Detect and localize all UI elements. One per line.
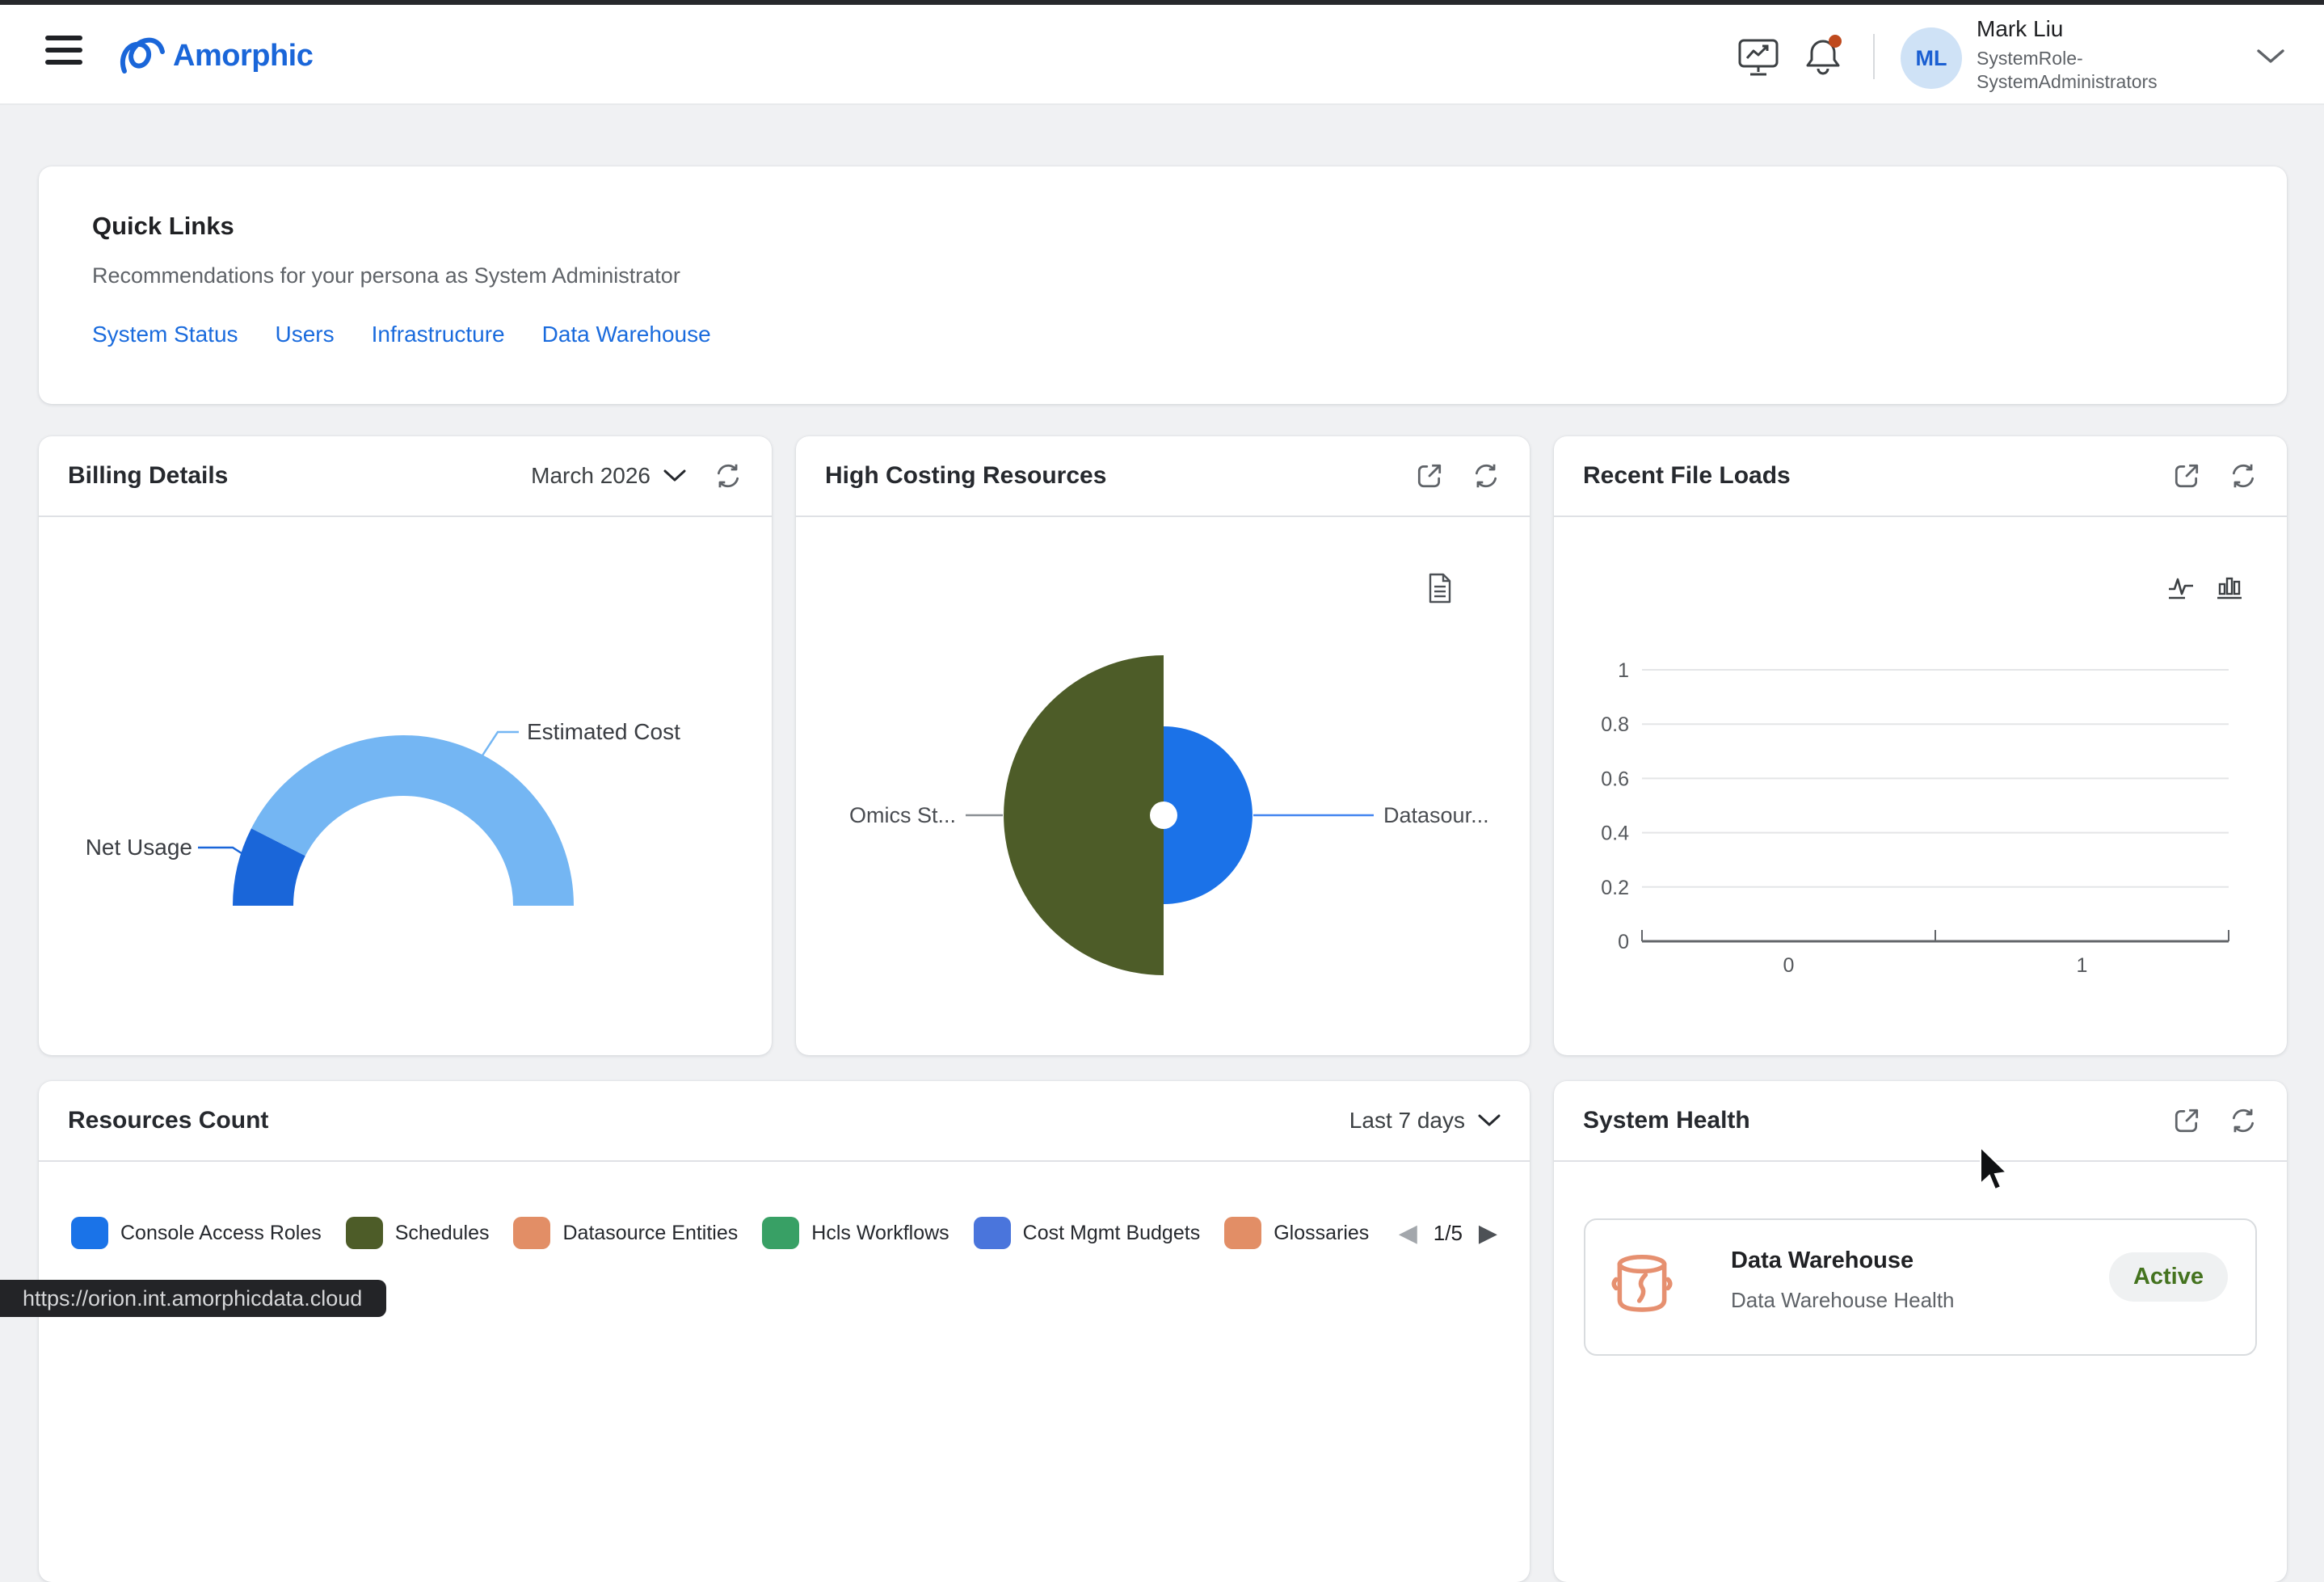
amorphic-logo[interactable]: Amorphic: [118, 31, 313, 81]
loads-external-link-icon[interactable]: [2172, 461, 2201, 490]
data-warehouse-icon: [1610, 1251, 1674, 1323]
profile-chevron-down-icon[interactable]: [2256, 48, 2285, 69]
quick-links-row: System Status Users Infrastructure Data War…: [92, 322, 711, 347]
chevron-down-icon: [1478, 1114, 1501, 1127]
quick-link-users[interactable]: Users: [276, 322, 335, 347]
hamburger-menu-icon[interactable]: [45, 36, 84, 76]
recent-file-loads-card: Recent File Loads: [1554, 436, 2287, 1055]
svg-text:0.6: 0.6: [1601, 768, 1629, 790]
billing-period-value: March 2026: [531, 463, 650, 489]
quick-link-system-status[interactable]: System Status: [92, 322, 238, 347]
svg-text:Estimated Cost: Estimated Cost: [527, 719, 680, 744]
resources-count-card: Resources Count Last 7 days Console Acce…: [39, 1081, 1530, 1582]
user-info[interactable]: Mark Liu SystemRole- SystemAdministrator…: [1977, 16, 2158, 94]
legend-label: Glossaries: [1274, 1222, 1369, 1245]
quick-links-card: Quick Links Recommendations for your per…: [39, 166, 2287, 404]
svg-text:0.4: 0.4: [1601, 823, 1629, 845]
svg-text:Omics St...: Omics St...: [849, 803, 956, 827]
svg-text:0: 0: [1618, 931, 1629, 953]
notification-badge-dot: [1829, 35, 1842, 48]
svg-text:0: 0: [1783, 954, 1795, 977]
legend-item-console-access-roles[interactable]: Console Access Roles: [71, 1217, 322, 1249]
svg-text:0.2: 0.2: [1601, 877, 1629, 899]
legend-swatch: [513, 1217, 550, 1249]
notifications-bell-icon[interactable]: [1804, 34, 1846, 82]
legend-next-arrow-icon[interactable]: ▶: [1479, 1219, 1497, 1248]
recent-file-loads-chart[interactable]: 1 0.8 0.6 0.4 0.2 0 0 1: [1554, 517, 2287, 1055]
health-status-badge: Active: [2109, 1252, 2228, 1302]
high-costing-pie-chart[interactable]: Omics St... Datasour...: [796, 517, 1530, 1055]
recent-file-loads-title: Recent File Loads: [1583, 462, 1791, 490]
health-refresh-icon[interactable]: [2229, 1106, 2258, 1135]
health-item-data-warehouse[interactable]: Data Warehouse Data Warehouse Health Act…: [1584, 1218, 2257, 1356]
legend-item-schedules[interactable]: Schedules: [346, 1217, 490, 1249]
legend-label: Hcls Workflows: [811, 1222, 949, 1245]
legend-swatch: [346, 1217, 383, 1249]
legend-prev-arrow-icon[interactable]: ◀: [1399, 1219, 1417, 1248]
loads-card-header: Recent File Loads: [1554, 436, 2287, 517]
legend-pagination: ◀ 1/5 ▶: [1383, 1219, 1497, 1248]
legend-label: Console Access Roles: [120, 1222, 322, 1245]
health-card-header: System Health: [1554, 1081, 2287, 1162]
legend-swatch: [71, 1217, 108, 1249]
legend-item-datasource-entities[interactable]: Datasource Entities: [513, 1217, 738, 1249]
billing-gauge-chart[interactable]: Net Usage Estimated Cost: [39, 517, 772, 1055]
system-monitor-icon[interactable]: [1737, 37, 1779, 82]
quick-links-subtitle: Recommendations for your persona as Syst…: [92, 263, 680, 288]
legend-item-hcls-workflows[interactable]: Hcls Workflows: [762, 1217, 949, 1249]
amorphic-logo-mark: [118, 32, 168, 79]
legend-swatch: [1224, 1217, 1261, 1249]
system-health-card: System Health: [1554, 1081, 2287, 1582]
amorphic-logo-text: Amorphic: [173, 39, 313, 74]
user-name: Mark Liu: [1977, 16, 2158, 42]
resources-card-header: Resources Count Last 7 days: [39, 1081, 1530, 1162]
svg-text:Net Usage: Net Usage: [86, 835, 192, 860]
app-header: Amorphic ML Mark Liu SystemRole- SystemA…: [0, 5, 2324, 105]
user-role-line1: SystemRole-: [1977, 47, 2158, 70]
resources-legend-items: Console Access Roles Schedules Datasource …: [71, 1217, 1383, 1249]
billing-refresh-icon[interactable]: [714, 461, 743, 490]
cursor-pointer: [1978, 1146, 2012, 1197]
billing-card-header: Billing Details March 2026: [39, 436, 772, 517]
health-item-description: Data Warehouse Health: [1731, 1288, 1955, 1313]
quick-link-data-warehouse[interactable]: Data Warehouse: [542, 322, 711, 347]
billing-period-dropdown[interactable]: March 2026: [531, 463, 686, 489]
system-health-title: System Health: [1583, 1107, 1750, 1134]
legend-label: Datasource Entities: [562, 1222, 738, 1245]
high-costing-resources-card: High Costing Resources: [796, 436, 1530, 1055]
costing-refresh-icon[interactable]: [1471, 461, 1501, 490]
user-role-line2: SystemAdministrators: [1977, 70, 2158, 94]
billing-details-card: Billing Details March 2026 Net Usage Esti…: [39, 436, 772, 1055]
health-item-name: Data Warehouse: [1731, 1248, 1914, 1274]
svg-text:1: 1: [1618, 659, 1629, 682]
user-avatar[interactable]: ML: [1901, 27, 1962, 89]
quick-link-infrastructure[interactable]: Infrastructure: [372, 322, 505, 347]
resources-legend-row: Console Access Roles Schedules Datasource …: [71, 1210, 1497, 1256]
resources-range-value: Last 7 days: [1349, 1108, 1465, 1134]
svg-text:1: 1: [2077, 954, 2088, 977]
legend-page-count: 1/5: [1434, 1221, 1463, 1246]
svg-text:0.8: 0.8: [1601, 713, 1629, 736]
legend-swatch: [974, 1217, 1011, 1249]
chevron-down-icon: [663, 469, 686, 482]
costing-external-link-icon[interactable]: [1415, 461, 1444, 490]
costing-card-header: High Costing Resources: [796, 436, 1530, 517]
svg-text:Datasour...: Datasour...: [1383, 803, 1489, 827]
billing-title: Billing Details: [68, 462, 228, 490]
legend-item-cost-mgmt-budgets[interactable]: Cost Mgmt Budgets: [974, 1217, 1201, 1249]
loads-refresh-icon[interactable]: [2229, 461, 2258, 490]
health-external-link-icon[interactable]: [2172, 1106, 2201, 1135]
resources-count-title: Resources Count: [68, 1107, 268, 1134]
quick-links-title: Quick Links: [92, 212, 234, 241]
header-divider: [1873, 34, 1875, 79]
legend-swatch: [762, 1217, 799, 1249]
resources-range-dropdown[interactable]: Last 7 days: [1349, 1108, 1501, 1134]
link-url-tooltip: https://orion.int.amorphicdata.cloud: [0, 1280, 386, 1317]
legend-label: Cost Mgmt Budgets: [1023, 1222, 1201, 1245]
legend-item-glossaries[interactable]: Glossaries: [1224, 1217, 1369, 1249]
legend-label: Schedules: [395, 1222, 490, 1245]
high-costing-title: High Costing Resources: [825, 462, 1106, 490]
